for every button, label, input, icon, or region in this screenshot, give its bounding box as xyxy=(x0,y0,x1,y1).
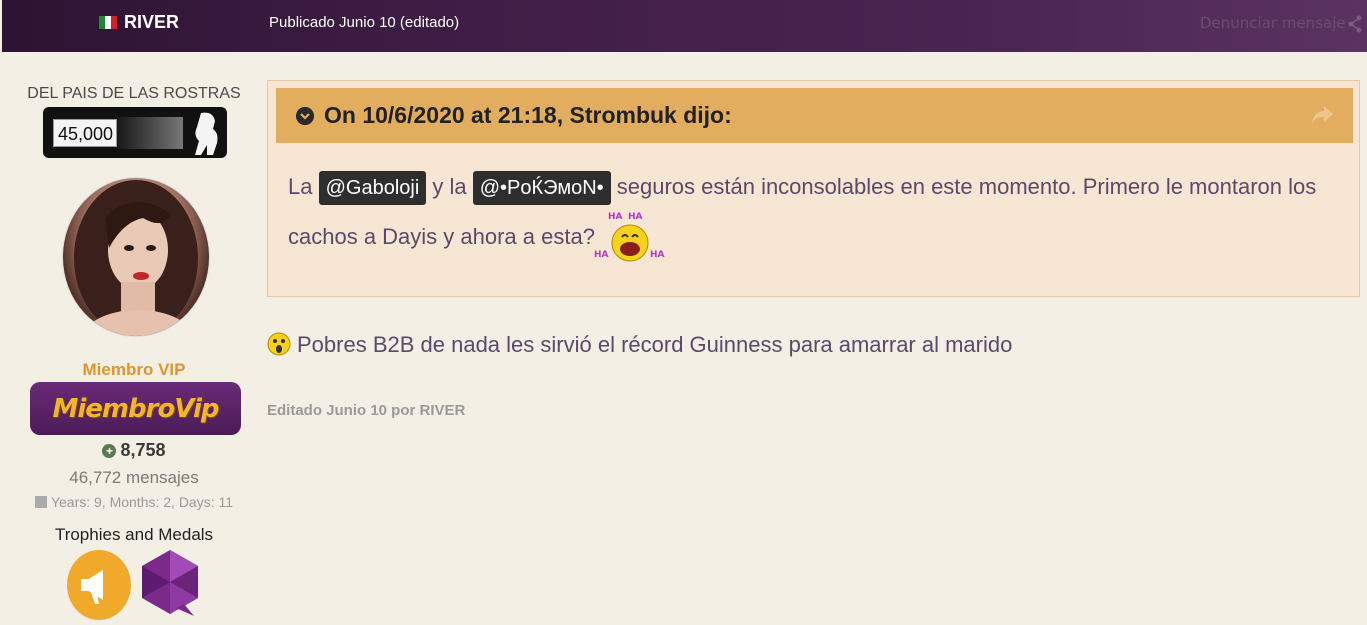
mexico-flag-icon xyxy=(99,16,117,29)
avatar[interactable] xyxy=(62,177,210,337)
post-count[interactable]: 46,772 mensajes xyxy=(0,468,268,488)
report-post-link[interactable]: Denunciar mensaje xyxy=(1200,14,1346,32)
svg-text:HA: HA xyxy=(594,250,609,260)
avatar-portrait xyxy=(74,180,198,336)
mention-gaboloji[interactable]: @Gaboloji xyxy=(318,171,427,205)
chevron-down-circle-icon[interactable] xyxy=(296,107,314,125)
calendar-icon xyxy=(34,496,47,508)
quote-text-line-2: cachos a Dayis y ahora a esta? xyxy=(288,224,595,249)
svg-text:HA: HA xyxy=(628,212,643,222)
reputation: +8,758 xyxy=(0,440,268,461)
go-to-quoted-post-icon[interactable] xyxy=(1310,104,1334,126)
author-profile: DEL PAIS DE LAS ROSTRAS 45,000 Miembro V… xyxy=(0,52,268,620)
svg-text:HA: HA xyxy=(608,212,623,222)
quote-header[interactable]: On 10/6/2020 at 21:18, Strombuk dijo: xyxy=(276,88,1353,143)
quote-block: On 10/6/2020 at 21:18, Strombuk dijo: La… xyxy=(267,80,1360,297)
author-username[interactable]: RIVER xyxy=(124,12,179,33)
laughing-emoji-icon: HA HA HA HA xyxy=(594,212,665,262)
member-age: Years: 9, Months: 2, Days: 11 xyxy=(0,494,268,510)
post-body-text: Pobres B2B de nada les sirvió el récord … xyxy=(297,332,1013,357)
member-age-value: Years: 9, Months: 2, Days: 11 xyxy=(50,494,234,510)
vip-badge: MiembroVip xyxy=(30,382,241,435)
megaphone-trophy-icon[interactable] xyxy=(67,550,131,620)
member-group-name: Miembro VIP xyxy=(82,360,186,379)
plus-circle-icon: + xyxy=(102,444,117,458)
rank-title: DEL PAIS DE LAS ROSTRAS xyxy=(27,85,241,102)
reputation-value: 8,758 xyxy=(120,440,166,460)
post-date[interactable]: Publicado Junio 10 (editado) xyxy=(269,14,459,31)
svg-text:HA: HA xyxy=(650,250,665,260)
edited-note: Editado Junio 10 por RIVER xyxy=(267,402,466,419)
rank-badge: 45,000 xyxy=(43,107,227,158)
rank-points: 45,000 xyxy=(53,119,117,147)
trophies-title: Trophies and Medals xyxy=(54,525,214,544)
mention-pokemon[interactable]: @•PoЌЭмoN• xyxy=(472,171,611,205)
post-body: Pobres B2B de nada les sirvió el récord … xyxy=(267,332,1012,358)
post-header: RIVER Publicado Junio 10 (editado) Denun… xyxy=(2,0,1367,52)
quote-text-line-1: La @Gaboloji y la @•PoЌЭмoN• seguros est… xyxy=(288,171,1316,205)
share-icon[interactable] xyxy=(1347,15,1363,33)
rank-figure-icon xyxy=(195,112,218,155)
gem-trophy-icon[interactable] xyxy=(136,546,204,619)
shocked-emoji-icon xyxy=(267,332,291,356)
quote-citation: On 10/6/2020 at 21:18, Strombuk dijo: xyxy=(324,102,732,128)
